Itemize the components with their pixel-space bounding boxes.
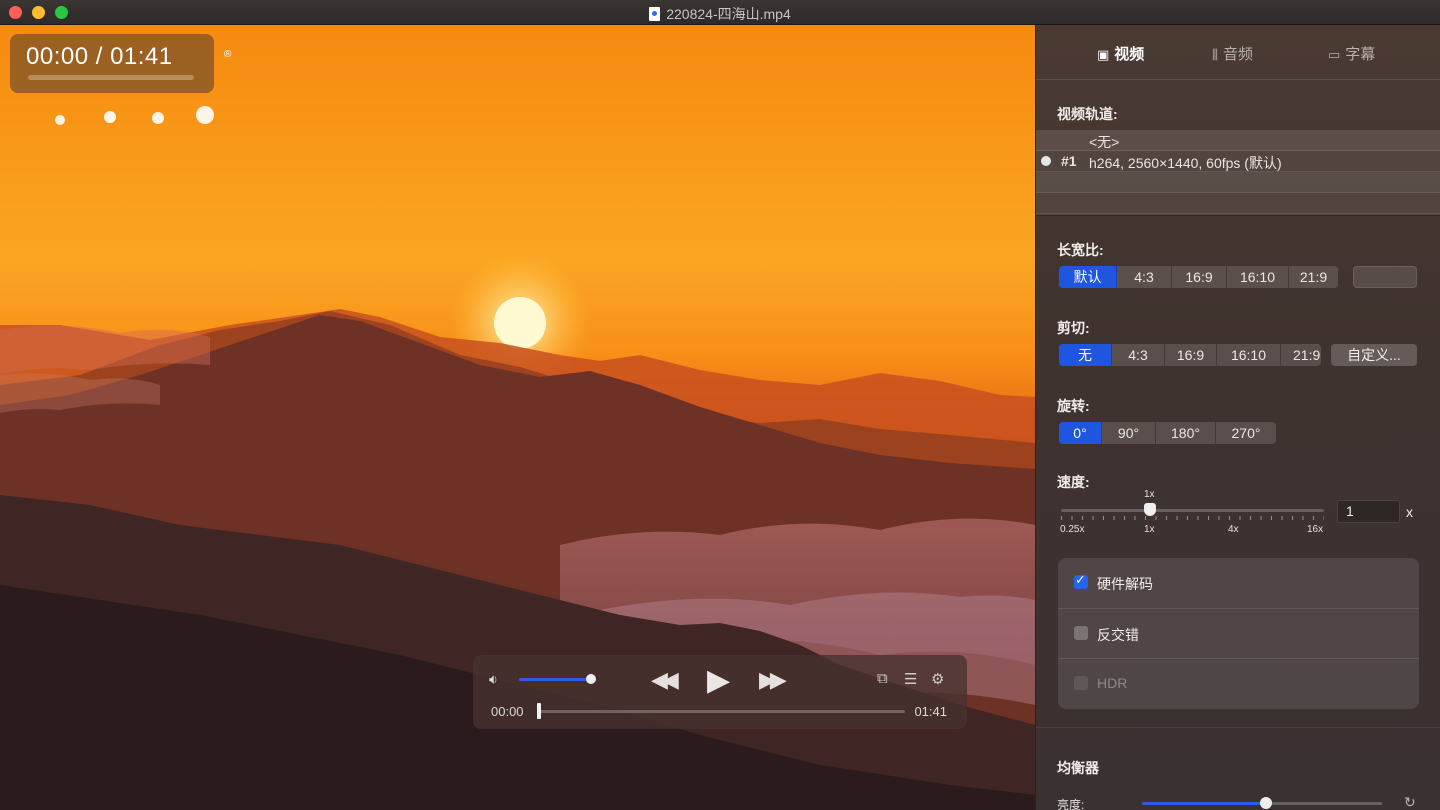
- video-track-label: 视频轨道:: [1057, 106, 1118, 122]
- option-hdr: HDR: [1058, 658, 1419, 708]
- tab-audio[interactable]: ⫼ 音频: [1212, 43, 1253, 64]
- total-time: 01:41: [914, 704, 947, 719]
- deinterlace-checkbox[interactable]: [1074, 626, 1088, 640]
- volume-slider-knob[interactable]: [586, 674, 596, 684]
- image-icon: ▣: [1097, 47, 1110, 62]
- gear-icon[interactable]: ⚙: [931, 670, 944, 688]
- pip-icon[interactable]: ⧉: [877, 670, 888, 687]
- selected-dot-icon: [1041, 156, 1051, 166]
- speed-slider-knob[interactable]: [1144, 503, 1156, 516]
- crop-custom-button[interactable]: 自定义...: [1331, 344, 1417, 366]
- fast-forward-button[interactable]: ▶▶: [759, 667, 787, 693]
- brightness-label: 亮度:: [1057, 798, 1085, 810]
- track-none-label: <无>: [1089, 134, 1120, 150]
- tab-subtitles-label: 字幕: [1345, 46, 1376, 63]
- hdr-label: HDR: [1097, 675, 1128, 691]
- crop-option-21-9[interactable]: 21:9: [1281, 344, 1321, 366]
- tab-video-label: 视频: [1114, 46, 1145, 63]
- aspect-option-default[interactable]: 默认: [1059, 266, 1117, 288]
- rotation-option-0[interactable]: 0°: [1059, 422, 1102, 444]
- hdr-checkbox: [1074, 676, 1088, 690]
- playback-controls: 🔉︎ ◀◀ ▶ ▶▶ ⧉ ☰ ⚙ 00:00 01:41: [473, 655, 967, 729]
- crop-option-4-3[interactable]: 4:3: [1112, 344, 1165, 366]
- brightness-slider-fill: [1142, 802, 1266, 805]
- speed-slider-ticks: [1061, 516, 1324, 520]
- track-number: #1: [1061, 153, 1077, 169]
- aspect-custom-field[interactable]: [1353, 266, 1417, 288]
- volume-icon[interactable]: 🔉︎: [489, 671, 498, 688]
- speed-tick-1x: 1x: [1144, 524, 1155, 535]
- sidebar-tabs: ▣ 视频 ⫼ 音频 ▭ 字幕: [1036, 25, 1440, 80]
- seek-bar[interactable]: [539, 710, 905, 713]
- crop-option-16-10[interactable]: 16:10: [1217, 344, 1281, 366]
- waveform-icon: ⫼: [1212, 47, 1218, 62]
- option-deinterlace[interactable]: 反交错: [1058, 608, 1419, 658]
- aspect-label: 长宽比:: [1057, 242, 1104, 258]
- track-row-1[interactable]: #1 h264, 2560×1440, 60fps (默认): [1036, 151, 1440, 172]
- tab-video[interactable]: ▣ 视频: [1097, 43, 1144, 64]
- aspect-option-16-10[interactable]: 16:10: [1227, 266, 1289, 288]
- aspect-segmented-control: 默认 4:3 16:9 16:10 21:9: [1059, 266, 1338, 288]
- speed-current-label: 1x: [1144, 489, 1155, 500]
- speed-tick-min: 0.25x: [1060, 524, 1085, 535]
- divider: [1036, 215, 1440, 216]
- crop-label: 剪切:: [1057, 320, 1090, 336]
- crop-segmented-control: 无 4:3 16:9 16:10 21:9: [1059, 344, 1321, 366]
- window-title-wrap: 220824-四海山.mp4: [0, 4, 1440, 24]
- aspect-option-4-3[interactable]: 4:3: [1117, 266, 1172, 288]
- divider: [1036, 727, 1440, 728]
- aspect-option-21-9[interactable]: 21:9: [1289, 266, 1338, 288]
- track-description: h264, 2560×1440, 60fps (默认): [1089, 155, 1282, 171]
- video-track-list[interactable]: <无> #1 h264, 2560×1440, 60fps (默认): [1036, 130, 1440, 215]
- watermark-logo: [55, 106, 214, 125]
- rotation-segmented-control: 0° 90° 180° 270°: [1059, 422, 1276, 444]
- subtitle-list-icon[interactable]: ☰: [904, 670, 917, 688]
- speed-tick-max: 16x: [1307, 524, 1324, 535]
- timecode-overlay: 00:00 / 01:41: [10, 34, 214, 93]
- deinterlace-label: 反交错: [1097, 627, 1139, 643]
- hardware-decode-checkbox[interactable]: [1074, 572, 1088, 589]
- equalizer-label: 均衡器: [1057, 760, 1099, 776]
- timecode-text: 00:00 / 01:41: [26, 43, 173, 70]
- speed-input[interactable]: 1: [1337, 500, 1400, 523]
- rotation-label: 旋转:: [1057, 398, 1090, 414]
- play-button[interactable]: ▶: [707, 663, 730, 698]
- watermark-reg-mark: ®: [224, 49, 232, 60]
- tab-subtitles[interactable]: ▭ 字幕: [1328, 43, 1375, 64]
- crop-option-none[interactable]: 无: [1059, 344, 1112, 366]
- hardware-decode-label: 硬件解码: [1097, 576, 1153, 592]
- reset-icon[interactable]: ↻: [1404, 794, 1416, 810]
- speed-slider-track[interactable]: [1061, 509, 1324, 512]
- rotation-option-270[interactable]: 270°: [1216, 422, 1276, 444]
- decode-options-panel: 硬件解码 反交错 HDR: [1058, 558, 1419, 709]
- brightness-slider-knob[interactable]: [1260, 797, 1272, 809]
- option-hardware-decode[interactable]: 硬件解码: [1058, 558, 1419, 608]
- track-row-empty: [1036, 193, 1440, 214]
- track-row-empty: [1036, 172, 1440, 193]
- speed-tick-4x: 4x: [1228, 524, 1239, 535]
- speed-unit: x: [1406, 504, 1413, 520]
- timecode-progress-bar: [28, 75, 194, 80]
- crop-option-16-9[interactable]: 16:9: [1165, 344, 1217, 366]
- window-title: 220824-四海山.mp4: [666, 6, 791, 22]
- title-bar: 220824-四海山.mp4: [0, 0, 1440, 25]
- current-time: 00:00: [491, 704, 524, 719]
- aspect-option-16-9[interactable]: 16:9: [1172, 266, 1227, 288]
- video-viewport[interactable]: 00:00 / 01:41 ® 🔉︎ ◀◀ ▶ ▶▶ ⧉ ☰ ⚙ 00:00 0…: [0, 25, 1035, 810]
- rotation-option-180[interactable]: 180°: [1156, 422, 1216, 444]
- speech-bubble-icon: ▭: [1328, 47, 1341, 62]
- settings-sidebar: ▣ 视频 ⫼ 音频 ▭ 字幕 视频轨道: <无> #1 h264, 2560×1440…: [1035, 25, 1440, 810]
- rotation-option-90[interactable]: 90°: [1102, 422, 1156, 444]
- volume-slider-track[interactable]: [519, 678, 591, 681]
- file-icon: [649, 7, 661, 21]
- tab-audio-label: 音频: [1222, 46, 1253, 63]
- rewind-button[interactable]: ◀◀: [651, 667, 679, 693]
- track-row-none[interactable]: <无>: [1036, 130, 1440, 151]
- seek-knob[interactable]: [537, 703, 541, 719]
- speed-label: 速度:: [1057, 474, 1090, 490]
